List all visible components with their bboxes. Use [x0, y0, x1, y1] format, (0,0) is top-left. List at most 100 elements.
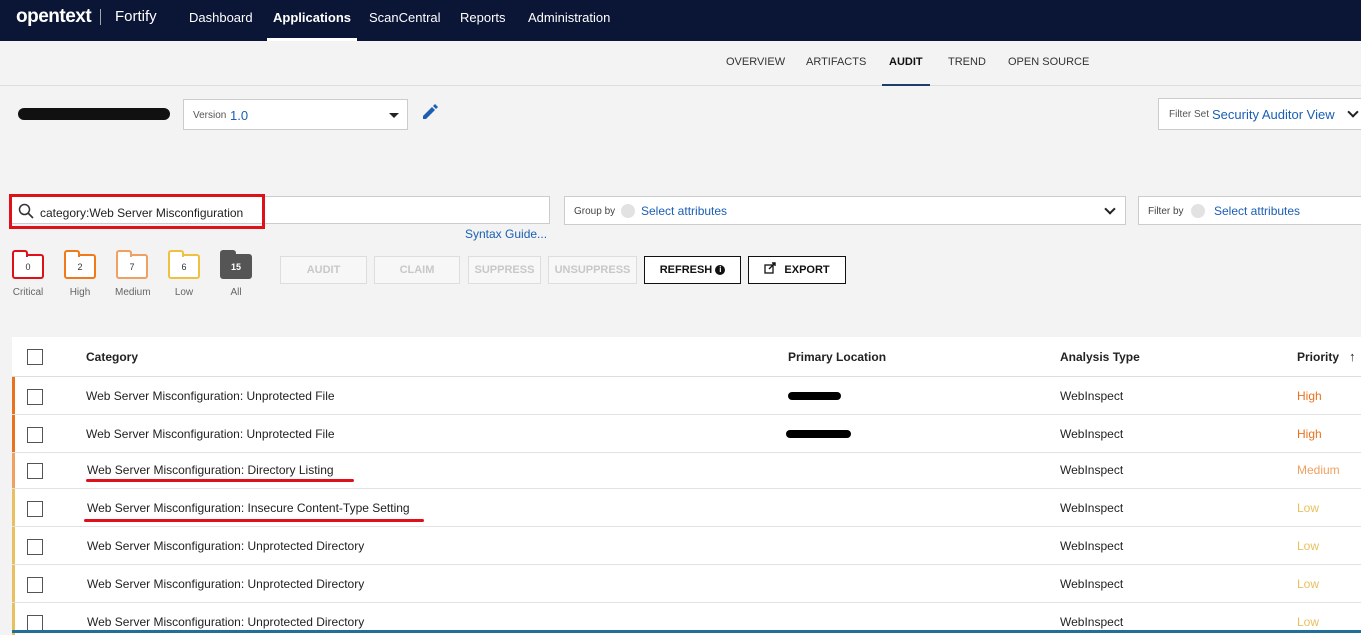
row-analysis-type: WebInspect: [1060, 539, 1124, 553]
priority-bar: [12, 489, 15, 526]
export-icon: [764, 262, 780, 276]
tab-trend[interactable]: TREND: [948, 56, 986, 68]
claim-button[interactable]: CLAIM: [374, 256, 460, 284]
folder-icon: 0: [12, 250, 44, 279]
table-row[interactable]: Web Server Misconfiguration: Directory L…: [12, 453, 1361, 489]
low-label: Low: [174, 287, 194, 298]
version-label: Version: [193, 110, 227, 121]
row-analysis-type: WebInspect: [1060, 501, 1124, 515]
folder-icon: 2: [64, 250, 96, 279]
horizontal-scrollbar[interactable]: [12, 630, 1361, 633]
header-category[interactable]: Category: [86, 350, 138, 364]
all-label: All: [230, 287, 242, 298]
nav-dashboard[interactable]: Dashboard: [189, 10, 253, 25]
search-highlight-box: [9, 194, 265, 229]
row-checkbox[interactable]: [27, 501, 43, 517]
severity-low[interactable]: 6 Low: [167, 250, 201, 302]
audit-button[interactable]: AUDIT: [280, 256, 367, 284]
nav-administration[interactable]: Administration: [528, 10, 610, 25]
row-checkbox[interactable]: [27, 389, 43, 405]
header-priority[interactable]: Priority: [1297, 350, 1339, 364]
priority-bar: [12, 527, 15, 564]
nav-scancentral[interactable]: ScanCentral: [369, 10, 441, 25]
group-by-value: Select attributes: [641, 204, 728, 218]
version-value: 1.0: [230, 108, 249, 123]
row-checkbox[interactable]: [27, 463, 43, 479]
tab-overview[interactable]: OVERVIEW: [726, 56, 785, 68]
filter-set-select[interactable]: Filter Set Security Auditor View: [1158, 98, 1361, 130]
table-row[interactable]: Web Server Misconfiguration: Insecure Co…: [12, 489, 1361, 527]
issues-table: Category Primary Location Analysis Type …: [12, 337, 1361, 635]
row-checkbox[interactable]: [27, 427, 43, 443]
row-priority: Low: [1297, 577, 1320, 591]
export-button[interactable]: EXPORT: [748, 256, 846, 284]
refresh-label: REFRESH: [659, 264, 713, 276]
header-primary-location[interactable]: Primary Location: [788, 350, 886, 364]
nav-applications[interactable]: Applications: [266, 10, 358, 41]
row-priority: High: [1297, 427, 1322, 441]
table-row[interactable]: Web Server Misconfiguration: Unprotected…: [12, 527, 1361, 565]
folder-icon: 15: [220, 250, 252, 279]
tab-open-source[interactable]: OPEN SOURCE: [1008, 56, 1089, 68]
syntax-guide-link[interactable]: Syntax Guide...: [465, 227, 547, 241]
select-all-checkbox[interactable]: [27, 349, 43, 365]
row-priority: Low: [1297, 539, 1320, 553]
folder-icon: 6: [168, 250, 200, 279]
sub-tabs: OVERVIEW ARTIFACTS AUDIT TREND OPEN SOUR…: [0, 41, 1361, 86]
application-name-redacted: [18, 108, 170, 120]
filter-set-value: Security Auditor View: [1212, 107, 1335, 122]
edit-pencil-icon[interactable]: [420, 102, 440, 127]
export-label: EXPORT: [784, 264, 830, 276]
critical-count: 0: [25, 262, 31, 272]
severity-high[interactable]: 2 High: [63, 250, 97, 302]
row-priority: Medium: [1297, 463, 1340, 477]
header-analysis-type[interactable]: Analysis Type: [1060, 350, 1140, 364]
red-underline: [86, 479, 354, 482]
tab-artifacts[interactable]: ARTIFACTS: [806, 56, 866, 68]
brand-logo[interactable]: opentext: [16, 6, 92, 28]
table-row[interactable]: Web Server Misconfiguration: Unprotected…: [12, 565, 1361, 603]
row-checkbox[interactable]: [27, 615, 43, 631]
filter-set-label: Filter Set: [1169, 109, 1210, 120]
chevron-down-icon: [1104, 203, 1116, 215]
row-analysis-type: WebInspect: [1060, 577, 1124, 591]
refresh-button[interactable]: REFRESH i: [644, 256, 741, 284]
table-row[interactable]: Web Server Misconfiguration: Unprotected…: [12, 377, 1361, 415]
chevron-down-icon: [1347, 106, 1359, 118]
row-category[interactable]: Web Server Misconfiguration: Unprotected…: [87, 539, 364, 553]
minus-circle-icon: [1191, 204, 1205, 218]
row-category[interactable]: Web Server Misconfiguration: Insecure Co…: [87, 501, 410, 515]
sort-ascending-icon[interactable]: ↑: [1349, 349, 1356, 364]
priority-bar: [12, 415, 15, 452]
nav-reports[interactable]: Reports: [460, 10, 506, 25]
row-category[interactable]: Web Server Misconfiguration: Unprotected…: [86, 389, 335, 403]
high-count: 2: [77, 262, 83, 272]
severity-critical[interactable]: 0 Critical: [11, 250, 45, 302]
all-count: 15: [230, 262, 241, 272]
low-count: 6: [181, 262, 187, 272]
tab-audit[interactable]: AUDIT: [882, 56, 930, 86]
group-by-label: Group by: [574, 206, 616, 217]
severity-all[interactable]: 15 All: [219, 250, 253, 302]
row-checkbox[interactable]: [27, 539, 43, 555]
table-row[interactable]: Web Server Misconfiguration: Unprotected…: [12, 415, 1361, 453]
version-select[interactable]: Version 1.0: [183, 99, 408, 130]
unsuppress-button[interactable]: UNSUPPRESS: [548, 256, 637, 284]
row-category[interactable]: Web Server Misconfiguration: Unprotected…: [87, 615, 364, 629]
filter-by-select[interactable]: Filter by Select attributes: [1138, 196, 1361, 225]
location-redacted: [788, 392, 841, 400]
table-header: Category Primary Location Analysis Type …: [12, 337, 1361, 377]
group-by-select[interactable]: Group by Select attributes: [564, 196, 1126, 225]
row-analysis-type: WebInspect: [1060, 427, 1124, 441]
caret-down-icon: [389, 113, 399, 118]
brand-divider: [100, 9, 101, 25]
row-category[interactable]: Web Server Misconfiguration: Unprotected…: [87, 577, 364, 591]
priority-bar: [12, 377, 15, 414]
product-name: Fortify: [115, 8, 157, 25]
row-category[interactable]: Web Server Misconfiguration: Unprotected…: [86, 427, 335, 441]
row-category[interactable]: Web Server Misconfiguration: Directory L…: [87, 463, 334, 477]
row-checkbox[interactable]: [27, 577, 43, 593]
severity-medium[interactable]: 7 Medium: [115, 250, 151, 302]
suppress-button[interactable]: SUPPRESS: [468, 256, 541, 284]
folder-icon: 7: [116, 250, 148, 279]
